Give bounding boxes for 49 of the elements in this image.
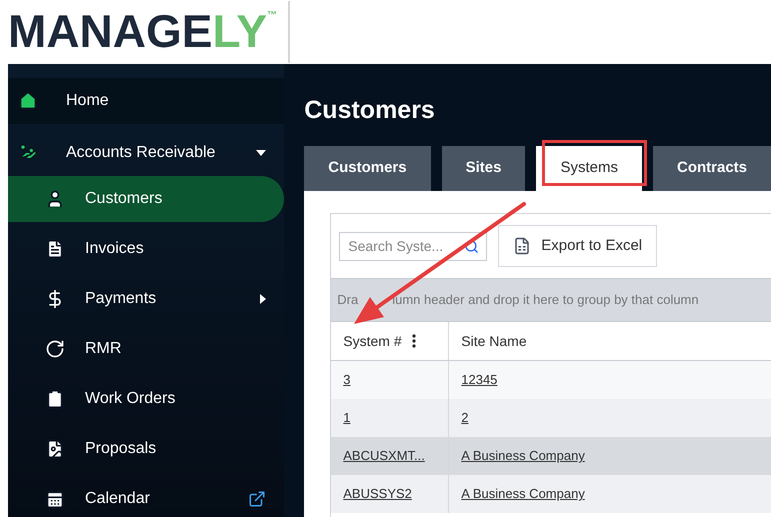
column-menu-icon[interactable] [412,334,416,348]
nav-label: Home [66,91,110,111]
nav-item[interactable]: Accounts Receivable [8,130,284,176]
nav-item[interactable]: Calendar [8,476,284,517]
nav-label: Accounts Receivable [66,143,216,163]
nav-label: Payments [85,289,158,309]
table-link[interactable]: 12345 [461,370,498,390]
spreadsheet-icon [513,237,532,255]
table-link[interactable]: A Business Company [461,484,585,504]
nav-label: RMR [85,339,122,359]
nav-label: Work Orders [85,389,176,409]
nav-label: Invoices [85,239,145,259]
tab[interactable]: Contracts [652,146,771,191]
nav-icon [45,339,65,359]
nav-icon [45,389,65,409]
nav-icon [18,91,38,111]
nav-item[interactable]: Home [8,78,284,124]
table-link[interactable]: 2 [461,408,468,428]
nav-label: Calendar [85,489,151,509]
nav-item[interactable]: Payments [8,276,284,322]
table-link[interactable]: ABUSSYS2 [343,484,412,504]
search-field[interactable]: Search Syste... [339,232,488,260]
table-link[interactable]: ABCUSXMT... [343,446,425,466]
table-link[interactable]: 1 [343,408,350,428]
nav-item[interactable]: Invoices [8,226,284,272]
nav-item[interactable]: RMR [8,326,284,372]
table-row[interactable]: 3 12345 [331,361,771,399]
nav-item[interactable]: Customers [8,176,284,222]
external-link-icon [248,490,266,508]
nav-item[interactable]: Proposals [8,426,284,472]
search-icon [464,238,480,254]
logo: MANAGELY™ [8,11,278,53]
page-title: Customers [304,95,436,124]
export-button[interactable]: Export to Excel [498,225,658,267]
table-row[interactable]: ABCUSXMT... A Business Company [331,437,771,475]
tab[interactable]: Customers [304,146,431,191]
tab[interactable]: Sites [442,146,526,191]
nav-icon [45,439,65,459]
tab[interactable]: Systems [536,146,642,191]
nav-item[interactable]: Work Orders [8,376,284,422]
column-header[interactable]: Site Name [449,322,771,360]
nav-icon [45,489,65,509]
nav-label: Proposals [85,439,158,459]
table-row[interactable]: ABUSSYS2 A Business Company [331,475,771,513]
table-link[interactable]: A Business Company [461,446,585,466]
table-link[interactable]: 3 [343,370,350,390]
nav-label: Customers [85,189,164,209]
table-row[interactable]: 1 2 [331,399,771,437]
group-panel-hint: Dra [337,291,358,310]
